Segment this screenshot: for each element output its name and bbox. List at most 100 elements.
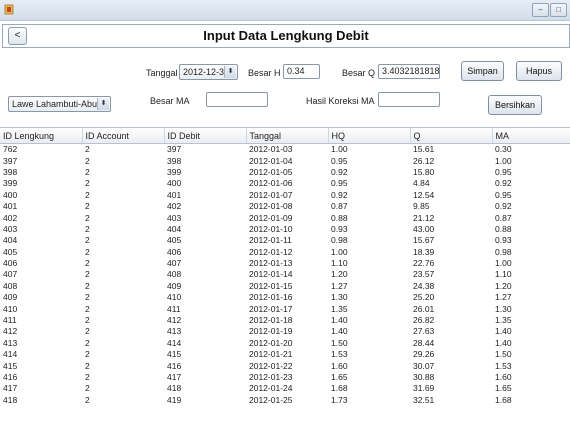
column-header-tanggal[interactable]: Tanggal — [246, 128, 329, 144]
cell-id-account: 2 — [85, 394, 90, 405]
cell-id-account: 2 — [85, 269, 90, 280]
table-row[interactable]: 406 2 407 2012-01-13 1.10 22.76 1.00 — [0, 258, 570, 269]
column-header-id-lengkung[interactable]: ID Lengkung — [0, 128, 83, 144]
table-row[interactable]: 415 2 416 2012-01-22 1.60 30.07 1.53 — [0, 360, 570, 371]
table-row[interactable]: 397 2 398 2012-01-04 0.95 26.12 1.00 — [0, 155, 570, 166]
cell-hq: 0.95 — [331, 155, 348, 166]
cell-id-account: 2 — [85, 337, 90, 348]
cell-id-lengkung: 416 — [3, 372, 18, 382]
table-row[interactable]: 412 2 413 2012-01-19 1.40 27.63 1.40 — [0, 326, 570, 337]
cell-hq: 0.93 — [331, 223, 348, 234]
cell-id-debit: 404 — [167, 223, 182, 234]
table-row[interactable]: 762 2 397 2012-01-03 1.00 15.61 0.30 — [0, 144, 570, 156]
minimize-button[interactable]: – — [532, 3, 549, 17]
cell-hq: 1.30 — [331, 292, 348, 303]
column-header-ma[interactable]: MA — [492, 128, 570, 144]
cell-hq: 0.88 — [331, 212, 348, 223]
calendar-dropdown-icon[interactable]: ⬍ — [224, 66, 236, 78]
besar-ma-label: Besar MA — [150, 96, 190, 106]
besar-h-input[interactable]: 0.34 — [283, 64, 320, 79]
cell-id-debit: 419 — [167, 394, 182, 405]
bersihkan-button[interactable]: Bersihkan — [488, 95, 542, 115]
cell-ma: 0.93 — [495, 235, 512, 246]
cell-tanggal: 2012-01-19 — [249, 326, 293, 337]
cell-id-account: 2 — [85, 144, 90, 155]
table-row[interactable]: 404 2 405 2012-01-11 0.98 15.67 0.93 — [0, 235, 570, 246]
cell-ma: 1.50 — [495, 349, 512, 360]
table-row[interactable]: 410 2 411 2012-01-17 1.35 26.01 1.30 — [0, 303, 570, 314]
cell-q: 30.07 — [413, 360, 435, 371]
cell-id-debit: 398 — [167, 155, 182, 166]
table-row[interactable]: 402 2 403 2012-01-09 0.88 21.12 0.87 — [0, 212, 570, 223]
station-dropdown[interactable]: Lawe Lahambuti-Abuki ⬍ — [8, 96, 111, 112]
cell-id-lengkung: 401 — [3, 201, 18, 212]
table-row[interactable]: 417 2 418 2012-01-24 1.68 31.69 1.65 — [0, 383, 570, 394]
data-table[interactable]: ID Lengkung ID Account ID Debit Tanggal … — [0, 127, 570, 430]
cell-tanggal: 2012-01-04 — [249, 155, 293, 166]
column-header-q[interactable]: Q — [410, 128, 493, 144]
table-row[interactable]: 405 2 406 2012-01-12 1.00 18.39 0.98 — [0, 247, 570, 258]
table-row[interactable]: 403 2 404 2012-01-10 0.93 43.00 0.88 — [0, 224, 570, 235]
cell-hq: 0.92 — [331, 189, 348, 200]
table-row[interactable]: 416 2 417 2012-01-23 1.65 30.88 1.60 — [0, 372, 570, 383]
station-value: Lawe Lahambuti-Abuki — [12, 99, 104, 109]
column-header-hq[interactable]: HQ — [328, 128, 411, 144]
cell-id-lengkung: 417 — [3, 383, 18, 394]
cell-id-account: 2 — [85, 280, 90, 291]
table-row[interactable]: 411 2 412 2012-01-18 1.40 26.82 1.35 — [0, 315, 570, 326]
cell-id-debit: 403 — [167, 212, 182, 223]
cell-hq: 1.65 — [331, 372, 348, 382]
cell-id-debit: 401 — [167, 189, 182, 200]
table-row[interactable]: 398 2 399 2012-01-05 0.92 15.80 0.95 — [0, 167, 570, 178]
cell-q: 26.01 — [413, 303, 435, 314]
cell-tanggal: 2012-01-09 — [249, 212, 293, 223]
table-row[interactable]: 401 2 402 2012-01-08 0.87 9.85 0.92 — [0, 201, 570, 212]
cell-id-debit: 407 — [167, 258, 182, 269]
cell-q: 25.20 — [413, 292, 435, 303]
column-header-id-account[interactable]: ID Account — [82, 128, 165, 144]
cell-ma: 1.00 — [495, 258, 512, 269]
cell-tanggal: 2012-01-13 — [249, 258, 293, 269]
cell-q: 26.12 — [413, 155, 435, 166]
cell-id-debit: 415 — [167, 349, 182, 360]
dropdown-arrow-icon[interactable]: ⬍ — [97, 98, 109, 110]
table-row[interactable]: 418 2 419 2012-01-25 1.73 32.51 1.68 — [0, 395, 570, 406]
cell-hq: 1.00 — [331, 246, 348, 257]
table-row[interactable]: 414 2 415 2012-01-21 1.53 29.26 1.50 — [0, 349, 570, 360]
table-row[interactable]: 399 2 400 2012-01-06 0.95 4.84 0.92 — [0, 178, 570, 189]
cell-id-account: 2 — [85, 360, 90, 371]
table-row[interactable]: 413 2 414 2012-01-20 1.50 28.44 1.40 — [0, 338, 570, 349]
besar-q-input[interactable]: 3.403218181818 — [378, 64, 440, 79]
cell-hq: 1.50 — [331, 337, 348, 348]
cell-id-account: 2 — [85, 326, 90, 337]
cell-id-lengkung: 410 — [3, 303, 18, 314]
maximize-button[interactable]: □ — [550, 3, 567, 17]
cell-id-lengkung: 408 — [3, 280, 18, 291]
cell-hq: 0.87 — [331, 201, 348, 212]
cell-id-lengkung: 762 — [3, 144, 18, 155]
cell-id-lengkung: 400 — [3, 189, 18, 200]
hapus-button[interactable]: Hapus — [516, 61, 562, 81]
tanggal-picker[interactable]: 2012-12-31 ⬍ — [179, 64, 238, 80]
column-header-id-debit[interactable]: ID Debit — [164, 128, 247, 144]
simpan-button[interactable]: Simpan — [461, 61, 504, 81]
table-row[interactable]: 400 2 401 2012-01-07 0.92 12.54 0.95 — [0, 190, 570, 201]
hasil-koreksi-ma-label: Hasil Koreksi MA — [306, 96, 375, 106]
cell-id-lengkung: 404 — [3, 235, 18, 246]
tanggal-label: Tanggal — [146, 68, 178, 78]
cell-ma: 1.65 — [495, 383, 512, 394]
cell-q: 4.84 — [413, 178, 430, 189]
cell-tanggal: 2012-01-14 — [249, 269, 293, 280]
cell-ma: 1.20 — [495, 280, 512, 291]
tanggal-value: 2012-12-31 — [183, 67, 230, 77]
table-row[interactable]: 407 2 408 2012-01-14 1.20 23.57 1.10 — [0, 269, 570, 280]
besar-ma-input[interactable] — [206, 92, 268, 107]
table-row[interactable]: 408 2 409 2012-01-15 1.27 24.38 1.20 — [0, 281, 570, 292]
cell-id-debit: 397 — [167, 144, 182, 155]
cell-hq: 0.98 — [331, 235, 348, 246]
cell-hq: 1.73 — [331, 394, 348, 405]
cell-hq: 1.60 — [331, 360, 348, 371]
hasil-koreksi-ma-input[interactable] — [378, 92, 440, 107]
table-row[interactable]: 409 2 410 2012-01-16 1.30 25.20 1.27 — [0, 292, 570, 303]
cell-q: 26.82 — [413, 315, 435, 326]
